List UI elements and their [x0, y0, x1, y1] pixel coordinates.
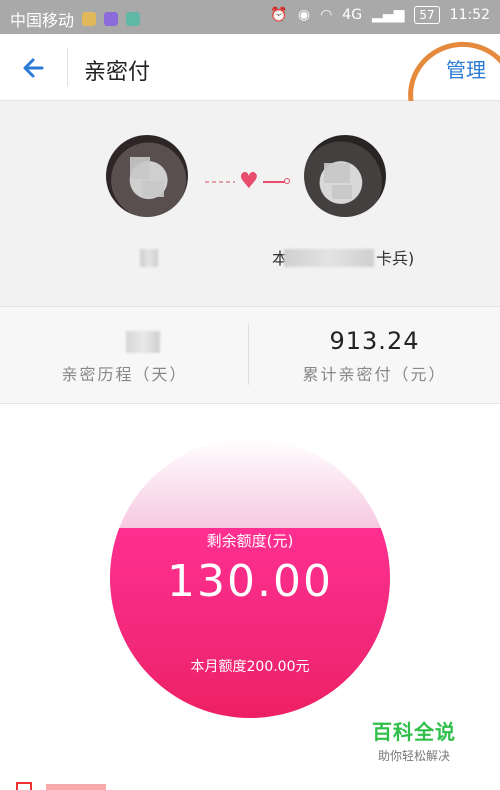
- status-right: ⏰ ◉ ◠ 4G ▂▄▆ 57 11:52: [270, 6, 490, 24]
- remaining-label: 剩余额度(元): [206, 532, 294, 550]
- partner-name-blurred: [284, 249, 374, 267]
- watermark-title: 百科全说: [372, 720, 456, 744]
- remaining-value: 130.00: [167, 556, 333, 607]
- watermark-subtitle: 助你轻松解决: [377, 749, 450, 763]
- pixelation: [142, 181, 164, 197]
- eye-icon: ◉: [297, 7, 311, 23]
- app-icon: [104, 12, 119, 26]
- status-left: 中国移动: [10, 7, 141, 31]
- stats-divider: [248, 323, 249, 385]
- app-header: 亲密付 管理: [0, 31, 500, 157]
- stats-row: 亲密历程（天） 913.24 累计亲密付（元）: [0, 307, 500, 404]
- partner-name-suffix: 卡兵): [376, 249, 415, 268]
- dotted-line: [205, 180, 235, 183]
- alarm-icon: ⏰: [270, 7, 288, 23]
- heart-link: ♥: [205, 169, 290, 194]
- days-value-blurred: [126, 331, 160, 353]
- pixelation: [324, 163, 350, 183]
- clock-text: 11:52: [449, 7, 490, 23]
- user-name-blurred: [140, 249, 158, 267]
- days-label: 亲密历程（天）: [61, 365, 188, 384]
- partner-avatar[interactable]: [304, 135, 386, 217]
- header-divider: [67, 48, 68, 86]
- pixelation: [332, 185, 352, 199]
- carrier-text: 中国移动: [10, 11, 75, 30]
- watermark: 百科全说 助你轻松解决: [364, 716, 464, 764]
- heart-icon: ♥: [239, 169, 259, 194]
- manage-button[interactable]: 管理: [446, 54, 486, 83]
- bottom-peek: [16, 780, 116, 790]
- total-label: 累计亲密付（元）: [302, 365, 447, 384]
- total-stat: 913.24 累计亲密付（元）: [250, 307, 499, 403]
- page-title: 亲密付: [84, 60, 151, 85]
- list-icon: [16, 782, 32, 790]
- wifi-icon: ◠: [320, 7, 333, 23]
- total-value: 913.24: [329, 327, 420, 355]
- battery-indicator: 57: [414, 6, 440, 24]
- quota-circle: 剩余额度(元) 130.00 本月额度200.00元: [110, 438, 390, 718]
- couple-panel: ♥ 本 卡兵): [0, 101, 500, 307]
- notification-icon: [82, 12, 97, 26]
- signal-icon: ▂▄▆: [372, 7, 405, 23]
- days-stat: 亲密历程（天）: [0, 307, 249, 403]
- monthly-quota-label: 本月额度200.00元: [190, 659, 310, 675]
- network-text: 4G: [342, 7, 363, 23]
- peek-text: [46, 784, 106, 790]
- back-arrow-icon[interactable]: [20, 54, 48, 82]
- avatar[interactable]: [106, 135, 188, 217]
- app-icon-2: [126, 12, 141, 26]
- status-bar: 中国移动 ⏰ ◉ ◠ 4G ▂▄▆ 57 11:52: [0, 0, 500, 34]
- link-line: [262, 177, 290, 184]
- pixelation: [130, 157, 150, 179]
